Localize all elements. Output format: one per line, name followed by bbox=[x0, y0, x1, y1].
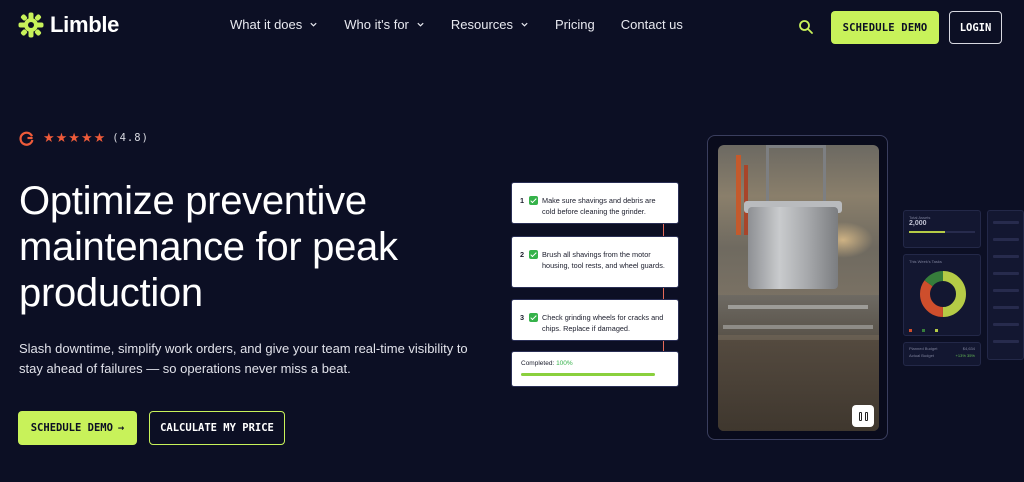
list-item bbox=[993, 272, 1019, 275]
list-item bbox=[993, 306, 1019, 309]
nav-links: What it does Who it's for Resources Pric… bbox=[230, 17, 709, 32]
task-text: Brush all shavings from the motor housin… bbox=[542, 250, 665, 270]
nav-item-label: Pricing bbox=[555, 17, 595, 32]
nav-item-label: What it does bbox=[230, 17, 303, 32]
chevron-down-icon bbox=[521, 22, 528, 27]
video-base bbox=[718, 295, 879, 335]
phone-frame bbox=[707, 135, 888, 440]
dashboard-preview: Total Assets 2,000 This Week's Tasks Pla… bbox=[903, 210, 1024, 370]
hero-subtitle: Slash downtime, simplify work orders, an… bbox=[19, 341, 468, 376]
nav-item-what-it-does[interactable]: What it does bbox=[230, 17, 318, 32]
completion-label-text: Completed: bbox=[521, 360, 555, 367]
completion-label: Completed: 100% bbox=[521, 360, 669, 367]
completion-value: 100% bbox=[556, 360, 573, 367]
stat-value: 2,000 bbox=[909, 220, 927, 227]
task-text: Make sure shavings and debris are cold b… bbox=[542, 196, 656, 216]
task-card: 2 Brush all shavings from the motor hous… bbox=[511, 236, 679, 288]
chart-card: This Week's Tasks bbox=[903, 254, 981, 336]
legend-dot bbox=[934, 329, 938, 332]
video-rail bbox=[723, 325, 873, 329]
legend-dot bbox=[921, 329, 925, 332]
rating-row: ★★★★★ (4.8) bbox=[19, 130, 149, 146]
budget-row: Actual Budget +13% 35% bbox=[909, 353, 975, 358]
list-item bbox=[993, 289, 1019, 292]
star-rating: ★★★★★ bbox=[43, 130, 107, 145]
pause-icon[interactable] bbox=[852, 405, 874, 427]
button-label: SCHEDULE DEMO bbox=[30, 422, 113, 434]
g2-icon bbox=[19, 131, 34, 146]
list-item bbox=[993, 221, 1019, 224]
budget-card: Planned Budget $4,634 Actual Budget +13%… bbox=[903, 342, 981, 366]
list-item bbox=[993, 340, 1019, 343]
side-list bbox=[987, 210, 1024, 360]
checkbox-checked-icon bbox=[529, 313, 538, 322]
list-item bbox=[993, 238, 1019, 241]
nav-item-label: Contact us bbox=[620, 17, 683, 32]
task-number: 2 bbox=[520, 250, 525, 259]
task-card: 1 Make sure shavings and debris are cold… bbox=[511, 182, 679, 224]
maintenance-video[interactable] bbox=[718, 145, 879, 431]
budget-value: +13% 35% bbox=[955, 353, 975, 358]
stat-bar-fill bbox=[909, 231, 945, 233]
budget-label: Actual Budget bbox=[909, 353, 934, 358]
nav-item-who-its-for[interactable]: Who it's for bbox=[344, 17, 425, 32]
donut-chart bbox=[920, 271, 966, 317]
task-number: 1 bbox=[520, 196, 525, 205]
nav-item-pricing[interactable]: Pricing bbox=[555, 17, 595, 32]
chevron-down-icon bbox=[417, 22, 424, 27]
video-cylinder bbox=[748, 207, 838, 289]
chevron-down-icon bbox=[310, 22, 317, 27]
stat-card: Total Assets 2,000 bbox=[903, 210, 981, 248]
limble-logo-icon bbox=[18, 12, 44, 38]
nav-item-label: Resources bbox=[450, 17, 514, 32]
budget-row: Planned Budget $4,634 bbox=[909, 346, 975, 351]
budget-value: $4,634 bbox=[962, 346, 975, 351]
search-icon[interactable] bbox=[797, 18, 815, 36]
video-pipe bbox=[736, 155, 741, 235]
donut-legend bbox=[909, 329, 975, 333]
legend-dot bbox=[909, 329, 912, 332]
stat-bar bbox=[909, 231, 975, 233]
nav-item-resources[interactable]: Resources bbox=[451, 17, 529, 32]
nav-item-contact-us[interactable]: Contact us bbox=[621, 17, 683, 32]
list-item bbox=[993, 255, 1019, 258]
brand-logo[interactable]: Limble bbox=[18, 12, 119, 38]
hero-schedule-demo-button[interactable]: SCHEDULE DEMO → bbox=[18, 411, 137, 445]
checkbox-checked-icon bbox=[529, 196, 538, 205]
checkbox-checked-icon bbox=[529, 250, 538, 259]
hero-title: Optimize preventive maintenance for peak… bbox=[19, 179, 398, 315]
video-frame bbox=[766, 145, 826, 205]
rating-value: (4.8) bbox=[112, 132, 149, 144]
task-number: 3 bbox=[520, 313, 525, 322]
list-item bbox=[993, 323, 1019, 326]
calculate-price-button[interactable]: CALCULATE MY PRICE bbox=[149, 411, 285, 445]
login-button[interactable]: LOGIN bbox=[949, 11, 1002, 44]
schedule-demo-button[interactable]: SCHEDULE DEMO bbox=[831, 11, 939, 44]
task-text: Check grinding wheels for cracks and chi… bbox=[542, 313, 664, 333]
budget-label: Planned Budget bbox=[909, 346, 938, 351]
top-nav: Limble What it does Who it's for Resourc… bbox=[0, 0, 1024, 54]
progress-fill bbox=[521, 373, 655, 376]
video-rail bbox=[728, 305, 868, 309]
brand-name: Limble bbox=[50, 12, 120, 37]
task-card: 3 Check grinding wheels for cracks and c… bbox=[511, 299, 679, 341]
nav-item-label: Who it's for bbox=[344, 17, 409, 32]
arrow-right-icon: → bbox=[117, 422, 125, 434]
progress-bar bbox=[521, 373, 655, 376]
completion-card: Completed: 100% bbox=[511, 351, 679, 387]
